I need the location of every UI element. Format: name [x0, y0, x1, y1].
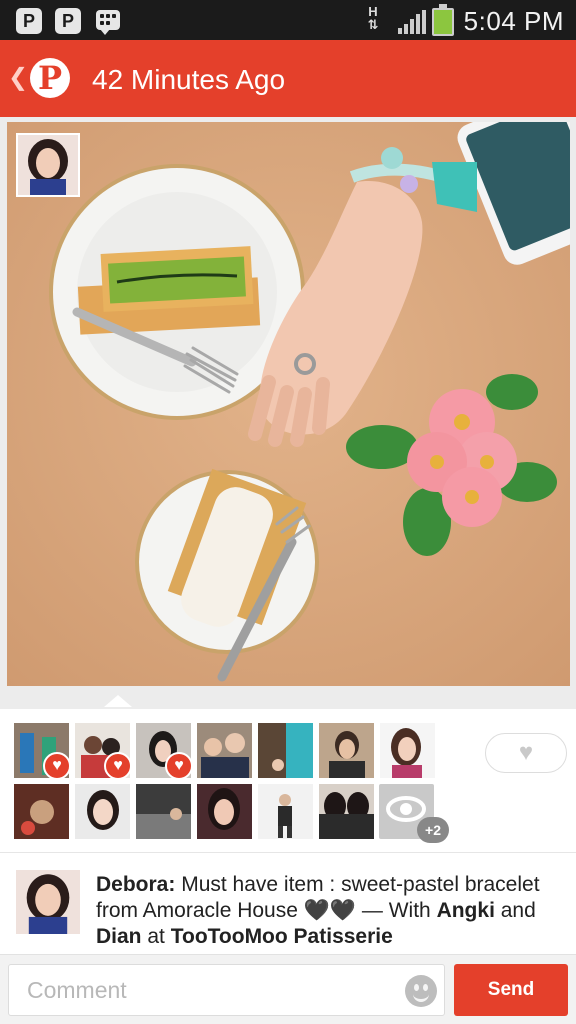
tagged-user[interactable]: Angki [437, 899, 495, 922]
send-button[interactable]: Send [454, 964, 568, 1016]
post-photo[interactable] [7, 122, 570, 686]
comment-bar: Send [0, 954, 576, 1024]
caption-section: Debora: Must have item : sweet-pastel br… [0, 854, 576, 954]
tagged-user[interactable]: Dian [96, 925, 142, 948]
battery-icon [432, 4, 454, 36]
liker-avatar[interactable] [319, 723, 374, 778]
liked-heart-icon: ♥ [165, 752, 193, 780]
pinterest-icon: P [55, 8, 81, 34]
liker-avatar[interactable] [14, 784, 69, 839]
viewers-count: +2 [417, 817, 449, 843]
liker-avatar[interactable] [197, 723, 252, 778]
comment-input[interactable] [9, 965, 389, 1015]
app-header: ❮ P 42 Minutes Ago [0, 40, 576, 117]
liker-avatar[interactable] [258, 723, 313, 778]
caption-text: Debora: Must have item : sweet-pastel br… [96, 872, 566, 950]
pinterest-icon: P [16, 8, 42, 34]
bbm-icon [96, 10, 120, 35]
author-avatar[interactable] [16, 870, 80, 934]
pinterest-logo[interactable]: P [30, 58, 70, 98]
caption-connector: at [147, 925, 165, 948]
liker-avatar[interactable] [75, 784, 130, 839]
emoji-icon[interactable] [405, 975, 437, 1007]
network-type: H ⇅ [367, 4, 379, 32]
avatar[interactable] [16, 133, 80, 197]
comment-box [8, 964, 445, 1016]
likers-section: ♥ ♥ ♥ +2 ♥ [0, 709, 576, 853]
back-chevron-icon[interactable]: ❮ [8, 64, 28, 92]
liked-heart-icon: ♥ [43, 752, 71, 780]
page-title: 42 Minutes Ago [92, 64, 286, 95]
like-button[interactable]: ♥ [485, 733, 567, 773]
author-name[interactable]: Debora: [96, 873, 175, 896]
tagged-place[interactable]: TooTooMoo Patisserie [171, 925, 393, 948]
status-bar: P P H ⇅ 5:04 PM [0, 0, 576, 40]
photo-pointer [104, 695, 132, 707]
liker-avatar[interactable] [197, 784, 252, 839]
liker-avatar[interactable] [380, 723, 435, 778]
clock: 5:04 PM [463, 6, 564, 36]
liked-heart-icon: ♥ [104, 752, 132, 780]
signal-icon [398, 10, 426, 34]
liker-avatar[interactable] [319, 784, 374, 839]
liker-avatar[interactable] [136, 784, 191, 839]
caption-connector: and [500, 899, 536, 922]
heart-icon: ♥ [518, 739, 534, 766]
liker-avatar[interactable] [258, 784, 313, 839]
